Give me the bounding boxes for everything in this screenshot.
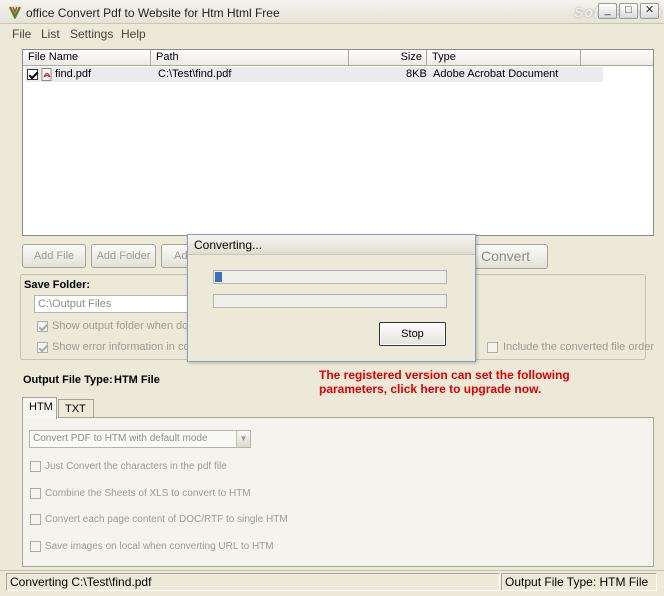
- menu-bar: File List Settings Help: [0, 24, 664, 44]
- include-converted-label: Include the converted file order: [503, 341, 655, 353]
- just-convert-label: Just Convert the characters in the pdf f…: [45, 461, 227, 472]
- tab-htm[interactable]: HTM: [22, 397, 57, 419]
- htm-mode-value: Convert PDF to HTM with default mode: [33, 433, 208, 444]
- just-convert-checkbox[interactable]: [30, 461, 41, 472]
- file-list[interactable]: File Name Path Size Type find.pdf C:\Tes…: [22, 49, 654, 236]
- add-file-button[interactable]: Add File: [22, 244, 86, 268]
- save-images-label: Save images on local when converting URL…: [45, 541, 274, 552]
- column-filler: [581, 50, 653, 66]
- status-output-type: Output File Type: HTM File: [501, 573, 657, 591]
- output-type-label: Output File Type:: [23, 374, 113, 386]
- file-list-header: File Name Path Size Type: [23, 50, 653, 66]
- save-folder-label: Save Folder:: [24, 279, 91, 291]
- table-row[interactable]: find.pdf C:\Test\find.pdf 8KB Adobe Acro…: [25, 67, 603, 82]
- single-htm-checkbox[interactable]: [30, 514, 41, 525]
- menu-list[interactable]: List: [41, 27, 60, 41]
- column-size[interactable]: Size: [349, 50, 427, 66]
- chevron-down-icon: ▼: [236, 431, 250, 447]
- menu-file[interactable]: File: [12, 27, 31, 41]
- progress-fill-file: [215, 272, 222, 282]
- output-type-value: HTM File: [114, 374, 160, 386]
- pdf-file-icon: [41, 68, 52, 81]
- show-output-label: Show output folder when done: [52, 320, 201, 332]
- minimize-button[interactable]: _: [598, 3, 617, 19]
- htm-mode-select[interactable]: Convert PDF to HTM with default mode ▼: [29, 430, 251, 448]
- menu-help[interactable]: Help: [121, 27, 146, 41]
- progress-bar-file: [213, 270, 447, 284]
- upgrade-line-1: The registered version can set the follo…: [319, 368, 570, 382]
- column-path[interactable]: Path: [151, 50, 349, 66]
- combine-sheets-checkbox[interactable]: [30, 488, 41, 499]
- upgrade-link[interactable]: The registered version can set the follo…: [319, 368, 619, 396]
- window-title: office Convert Pdf to Website for Htm Ht…: [26, 6, 280, 20]
- title-bar: office Convert Pdf to Website for Htm Ht…: [0, 0, 664, 24]
- row-file-name: find.pdf: [55, 68, 92, 80]
- app-icon: [8, 6, 22, 19]
- include-converted-checkbox[interactable]: [487, 342, 498, 353]
- row-checkbox[interactable]: [27, 69, 38, 80]
- combine-sheets-label: Combine the Sheets of XLS to convert to …: [45, 488, 251, 499]
- close-button[interactable]: ✕: [640, 3, 659, 19]
- maximize-button[interactable]: □: [619, 3, 638, 19]
- row-size: 8KB: [406, 68, 427, 80]
- show-error-checkbox[interactable]: [37, 342, 48, 353]
- status-bar: Converting C:\Test\find.pdf Output File …: [0, 570, 664, 596]
- add-folder-button[interactable]: Add Folder: [91, 244, 156, 268]
- converting-dialog: Converting... Stop: [187, 234, 476, 362]
- column-file-name[interactable]: File Name: [23, 50, 151, 66]
- htm-options-panel: Convert PDF to HTM with default mode ▼ J…: [22, 417, 654, 567]
- show-output-checkbox[interactable]: [37, 321, 48, 332]
- single-htm-label: Convert each page content of DOC/RTF to …: [45, 514, 288, 525]
- row-type: Adobe Acrobat Document: [433, 68, 559, 80]
- upgrade-line-2: parameters, click here to upgrade now.: [319, 382, 542, 396]
- save-images-checkbox[interactable]: [30, 541, 41, 552]
- tab-txt[interactable]: TXT: [58, 399, 94, 417]
- stop-button[interactable]: Stop: [379, 322, 446, 346]
- column-type[interactable]: Type: [427, 50, 581, 66]
- progress-bar-total: [213, 294, 447, 308]
- row-path: C:\Test\find.pdf: [158, 68, 232, 80]
- status-converting: Converting C:\Test\find.pdf: [6, 573, 500, 591]
- menu-settings[interactable]: Settings: [70, 27, 113, 41]
- dialog-title: Converting...: [188, 235, 475, 255]
- save-folder-input[interactable]: C:\Output Files: [34, 295, 199, 313]
